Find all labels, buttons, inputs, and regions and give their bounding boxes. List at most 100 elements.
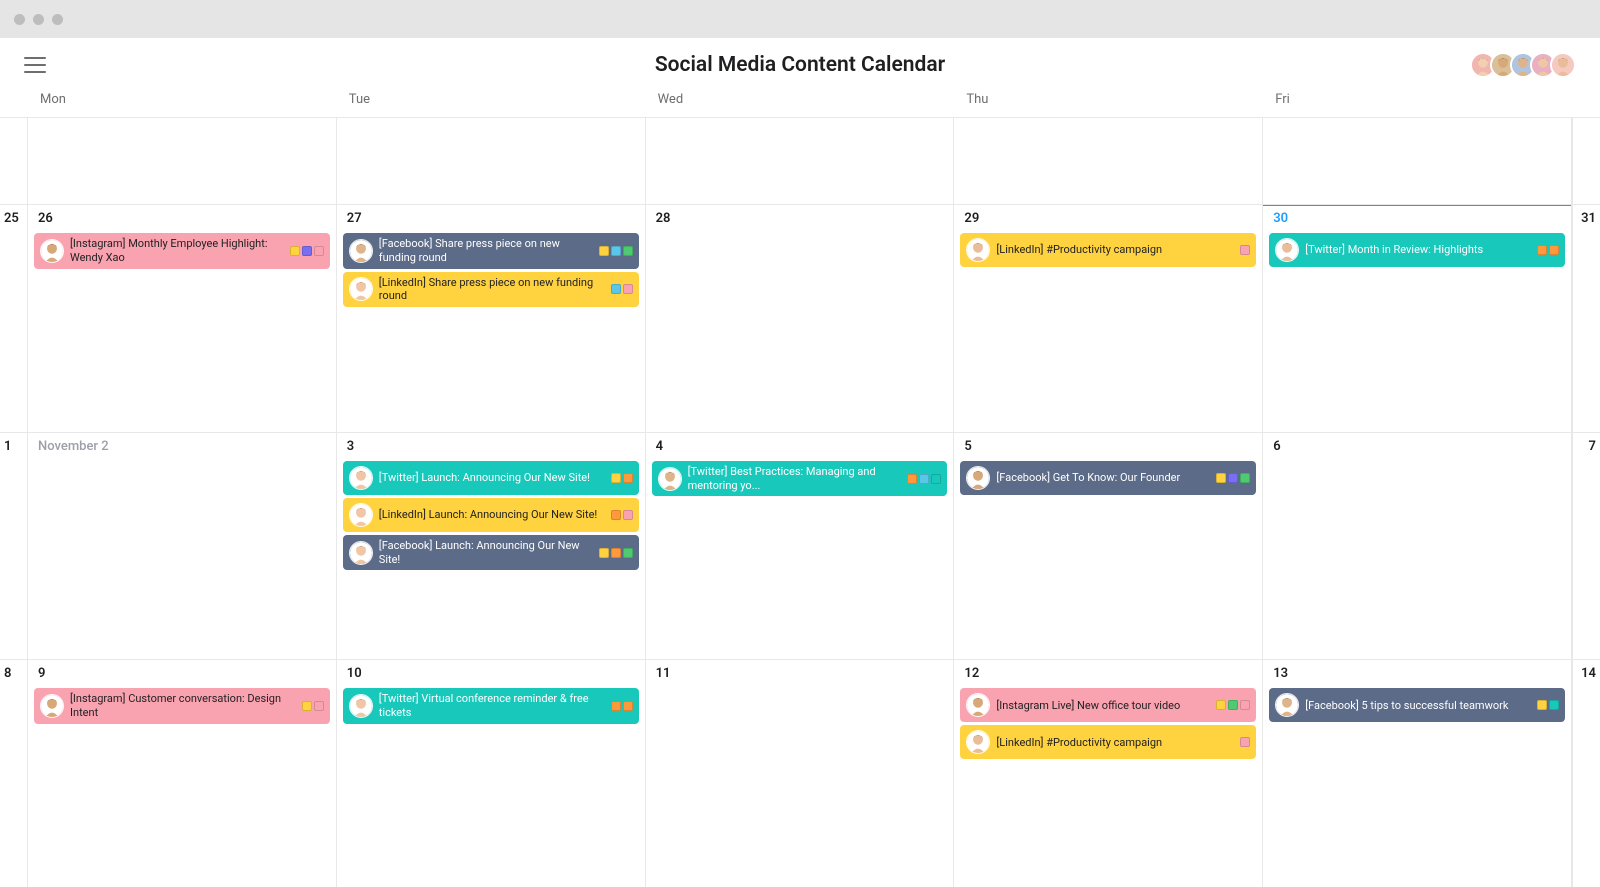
calendar-day[interactable] xyxy=(646,118,955,204)
day-number: 10 xyxy=(343,666,639,685)
day-number: 13 xyxy=(1269,666,1565,685)
traffic-light-dot xyxy=(14,14,25,25)
calendar-day[interactable]: 13 [Facebook] 5 tips to successful teamw… xyxy=(1263,660,1572,887)
calendar-day[interactable]: November 2 xyxy=(28,433,337,660)
day-number: 5 xyxy=(960,439,1256,458)
tag-swatch xyxy=(623,701,633,711)
app-frame: Social Media Content Calendar Mon Tue We… xyxy=(0,38,1600,887)
assignee-avatar xyxy=(40,694,64,718)
tag-row xyxy=(1537,700,1559,710)
task-title: [Facebook] 5 tips to successful teamwork xyxy=(1305,699,1531,713)
task-card[interactable]: [LinkedIn] #Productivity campaign xyxy=(960,233,1256,267)
assignee-avatar xyxy=(1275,693,1299,717)
tag-swatch xyxy=(611,701,621,711)
day-number: 26 xyxy=(34,211,330,230)
task-card[interactable]: [Twitter] Virtual conference re­minder &… xyxy=(343,688,639,724)
task-card[interactable]: [LinkedIn] Share press piece on new fund… xyxy=(343,272,639,308)
calendar-day[interactable] xyxy=(954,118,1263,204)
task-title: [Facebook] Get To Know: Our Founder xyxy=(996,471,1210,485)
task-title: [Twitter] Month in Review: Highlights xyxy=(1305,243,1531,257)
menu-icon[interactable] xyxy=(24,57,46,73)
day-number: 1 xyxy=(4,439,11,454)
task-card[interactable]: [Facebook] Launch: An­nouncing Our New S… xyxy=(343,535,639,571)
calendar-day[interactable]: 27 [Facebook] Share press piece on new f… xyxy=(337,205,646,432)
calendar-day[interactable]: 5 [Facebook] Get To Know: Our Founder xyxy=(954,433,1263,660)
tag-swatch xyxy=(1240,700,1250,710)
task-card[interactable]: [LinkedIn] #Productivity campaign xyxy=(960,725,1256,759)
assignee-avatar xyxy=(40,239,64,263)
calendar-day[interactable]: 28 xyxy=(646,205,955,432)
task-title: [Twitter] Virtual conference re­minder &… xyxy=(379,692,605,720)
calendar-day[interactable]: 30 [Twitter] Month in Review: Highlights xyxy=(1263,205,1572,432)
tag-swatch xyxy=(623,246,633,256)
calendar-day[interactable]: 29 [LinkedIn] #Productivity campaign xyxy=(954,205,1263,432)
tag-swatch xyxy=(314,246,324,256)
task-card[interactable]: [Instagram] Customer conver­sation: Desi… xyxy=(34,688,330,724)
weekday-label: Thu xyxy=(954,88,1263,111)
task-card[interactable]: [Facebook] Get To Know: Our Founder xyxy=(960,461,1256,495)
task-title: [Instagram] Customer conver­sation: Desi… xyxy=(70,692,296,720)
tag-row xyxy=(1240,245,1250,255)
day-number: 3 xyxy=(343,439,639,458)
collaborator-avatar[interactable] xyxy=(1550,52,1576,78)
calendar-week: 89 [Instagram] Customer conver­sation: D… xyxy=(0,659,1600,887)
day-number: 6 xyxy=(1269,439,1565,458)
day-number: 27 xyxy=(343,211,639,230)
collaborator-avatars[interactable] xyxy=(1476,52,1576,78)
weekend-edge-left: 1 xyxy=(0,433,28,660)
day-number: 9 xyxy=(34,666,330,685)
tag-swatch xyxy=(931,474,941,484)
calendar-day[interactable]: 11 xyxy=(646,660,955,887)
task-title: [LinkedIn] #Productivity campaign xyxy=(996,243,1234,257)
task-card[interactable]: [Instagram Live] New office tour video xyxy=(960,688,1256,722)
tag-swatch xyxy=(623,473,633,483)
tag-row xyxy=(302,701,324,711)
calendar-day[interactable]: 4 [Twitter] Best Practices: Managing and… xyxy=(646,433,955,660)
assignee-avatar xyxy=(349,277,373,301)
calendar-day[interactable]: 12 [Instagram Live] New office tour vide… xyxy=(954,660,1263,887)
tag-swatch xyxy=(611,246,621,256)
window-chrome xyxy=(0,0,1600,38)
task-card[interactable]: [Facebook] Share press piece on new fund… xyxy=(343,233,639,269)
weekday-label: Wed xyxy=(646,88,955,111)
traffic-light-dot xyxy=(33,14,44,25)
calendar-day[interactable]: 10 [Twitter] Virtual conference re­minde… xyxy=(337,660,646,887)
tag-row xyxy=(611,284,633,294)
calendar-day[interactable] xyxy=(337,118,646,204)
task-card[interactable]: [Twitter] Month in Review: Highlights xyxy=(1269,233,1565,267)
calendar-day[interactable]: 26 [Instagram] Monthly Employ­ee Highlig… xyxy=(28,205,337,432)
calendar-day[interactable] xyxy=(28,118,337,204)
calendar-day[interactable]: 6 xyxy=(1263,433,1572,660)
tag-swatch xyxy=(1228,700,1238,710)
task-title: [Twitter] Launch: Announcing Our New Sit… xyxy=(379,471,605,485)
assignee-avatar xyxy=(349,466,373,490)
task-card[interactable]: [Twitter] Launch: Announcing Our New Sit… xyxy=(343,461,639,495)
tag-swatch xyxy=(611,548,621,558)
day-number: November 2 xyxy=(34,439,330,458)
tag-row xyxy=(611,473,633,483)
tag-swatch xyxy=(623,548,633,558)
calendar-day[interactable]: 9 [Instagram] Customer conver­sation: De… xyxy=(28,660,337,887)
weekend-edge-left: 25 xyxy=(0,205,28,432)
day-number: 29 xyxy=(960,211,1256,230)
task-card[interactable]: [Facebook] 5 tips to successful teamwork xyxy=(1269,688,1565,722)
tag-row xyxy=(611,701,633,711)
task-card[interactable]: [Instagram] Monthly Employ­ee Highlight:… xyxy=(34,233,330,269)
assignee-avatar xyxy=(966,238,990,262)
tag-swatch xyxy=(623,510,633,520)
task-card[interactable]: [LinkedIn] Launch: Announcing Our New Si… xyxy=(343,498,639,532)
day-number: 31 xyxy=(1581,211,1596,226)
tag-swatch xyxy=(611,510,621,520)
task-title: [LinkedIn] Launch: Announcing Our New Si… xyxy=(379,508,605,522)
weekend-edge-right: 7 xyxy=(1572,433,1600,660)
tag-swatch xyxy=(1240,737,1250,747)
assignee-avatar xyxy=(349,239,373,263)
tag-swatch xyxy=(599,246,609,256)
calendar-day[interactable]: 3 [Twitter] Launch: Announcing Our New S… xyxy=(337,433,646,660)
assignee-avatar xyxy=(1275,238,1299,262)
tag-swatch xyxy=(1228,473,1238,483)
calendar-day[interactable] xyxy=(1263,118,1572,204)
today-indicator xyxy=(1263,205,1571,206)
weekend-edge-right: 14 xyxy=(1572,660,1600,887)
task-card[interactable]: [Twitter] Best Practices: Managing and m… xyxy=(652,461,948,497)
